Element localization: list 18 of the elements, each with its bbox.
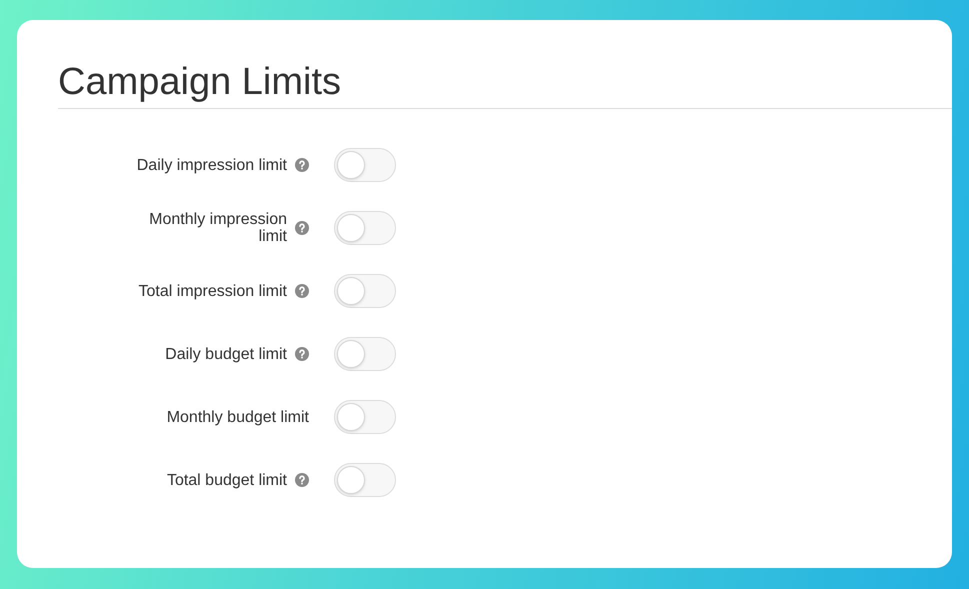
limit-label: Monthly budget limit bbox=[166, 408, 309, 426]
limit-label: Daily budget limit bbox=[165, 346, 287, 362]
limit-label: Daily impression limit bbox=[136, 156, 287, 174]
toggle-switch[interactable] bbox=[334, 274, 396, 308]
help-icon[interactable] bbox=[295, 221, 309, 235]
page-title: Campaign Limits bbox=[58, 60, 341, 105]
limit-label: Monthly impression limit bbox=[148, 211, 287, 245]
toggle-switch[interactable] bbox=[334, 148, 396, 182]
limit-label: Total impression limit bbox=[138, 282, 287, 300]
toggle-switch[interactable] bbox=[334, 400, 396, 434]
help-icon[interactable] bbox=[295, 284, 309, 298]
toggle-switch[interactable] bbox=[334, 337, 396, 371]
toggle-switch[interactable] bbox=[334, 463, 396, 497]
toggle-switch[interactable] bbox=[334, 211, 396, 245]
limit-label: Total budget limit bbox=[166, 472, 287, 488]
help-icon[interactable] bbox=[295, 347, 309, 361]
help-icon[interactable] bbox=[295, 158, 309, 172]
help-icon[interactable] bbox=[295, 473, 309, 487]
